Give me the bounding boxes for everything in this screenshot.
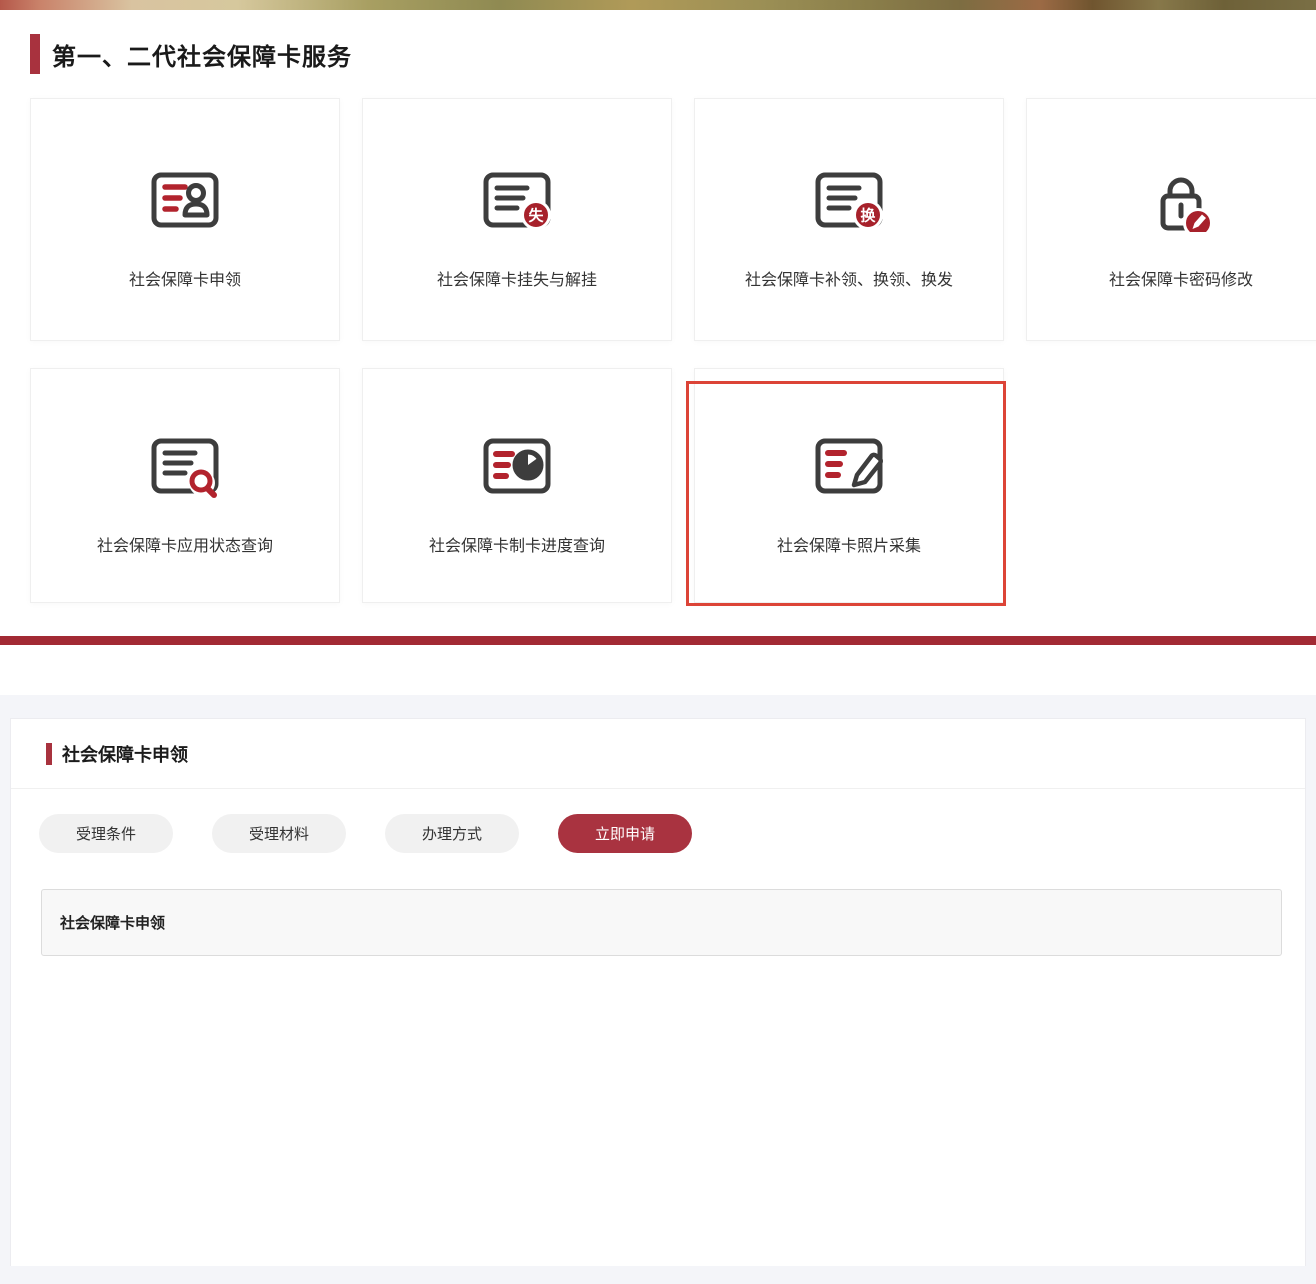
card-search-icon [149,434,221,498]
card-label: 社会保障卡密码修改 [1109,266,1253,290]
services-section: 第一、二代社会保障卡服务 社会保障卡申领 [0,34,1316,603]
content-heading: 社会保障卡申领 [60,912,165,933]
section-title: 第一、二代社会保障卡服务 [52,37,352,72]
card-label: 社会保障卡挂失与解挂 [437,266,597,290]
card-badge-loss-icon: 失 [481,168,553,232]
services-grid-row-2: 社会保障卡应用状态查询 社会保障卡制卡进度查询 [30,368,1316,603]
card-edit-icon [813,434,885,498]
detail-panel-header: 社会保障卡申领 [11,719,1305,789]
tab-accept-conditions[interactable]: 受理条件 [39,814,173,853]
card-social-card-status-query[interactable]: 社会保障卡应用状态查询 [30,368,340,603]
card-label: 社会保障卡应用状态查询 [97,532,273,556]
panel-title-accent-bar [46,743,52,765]
tab-handling-method[interactable]: 办理方式 [385,814,519,853]
badge-char: 换 [860,206,876,224]
detail-panel: 社会保障卡申领 受理条件 受理材料 办理方式 立即申请 社会保障卡申领 [10,718,1306,1266]
section-title-accent-bar [30,34,40,74]
card-label: 社会保障卡补领、换领、换发 [745,266,953,290]
card-social-card-loss-report[interactable]: 失 社会保障卡挂失与解挂 [362,98,672,341]
card-badge-replace-icon: 换 [813,168,885,232]
card-progress-icon [481,434,553,498]
panel-content-box: 社会保障卡申领 [41,889,1282,956]
services-section-header: 第一、二代社会保障卡服务 [30,34,1316,74]
detail-tabs: 受理条件 受理材料 办理方式 立即申请 [11,814,1305,853]
badge-char: 失 [528,206,544,224]
panel-title: 社会保障卡申领 [62,741,188,767]
card-social-card-progress-query[interactable]: 社会保障卡制卡进度查询 [362,368,672,603]
services-grid-row-1: 社会保障卡申领 失 社会保障卡挂失与解挂 [30,98,1316,341]
card-social-card-apply[interactable]: 社会保障卡申领 [30,98,340,341]
lock-edit-icon [1145,168,1217,232]
tab-accept-materials[interactable]: 受理材料 [212,814,346,853]
detail-area: 社会保障卡申领 受理条件 受理材料 办理方式 立即申请 社会保障卡申领 [0,695,1316,1284]
card-social-card-replace[interactable]: 换 社会保障卡补领、换领、换发 [694,98,1004,341]
card-social-card-photo-collect[interactable]: 社会保障卡照片采集 [694,368,1004,603]
header-photo-strip [0,0,1316,10]
tab-apply-now[interactable]: 立即申请 [558,814,692,853]
section-divider [0,636,1316,645]
card-label: 社会保障卡申领 [129,266,241,290]
card-label: 社会保障卡制卡进度查询 [429,532,605,556]
card-social-card-password[interactable]: 社会保障卡密码修改 [1026,98,1316,341]
id-card-person-icon [149,168,221,232]
card-label: 社会保障卡照片采集 [777,532,921,556]
